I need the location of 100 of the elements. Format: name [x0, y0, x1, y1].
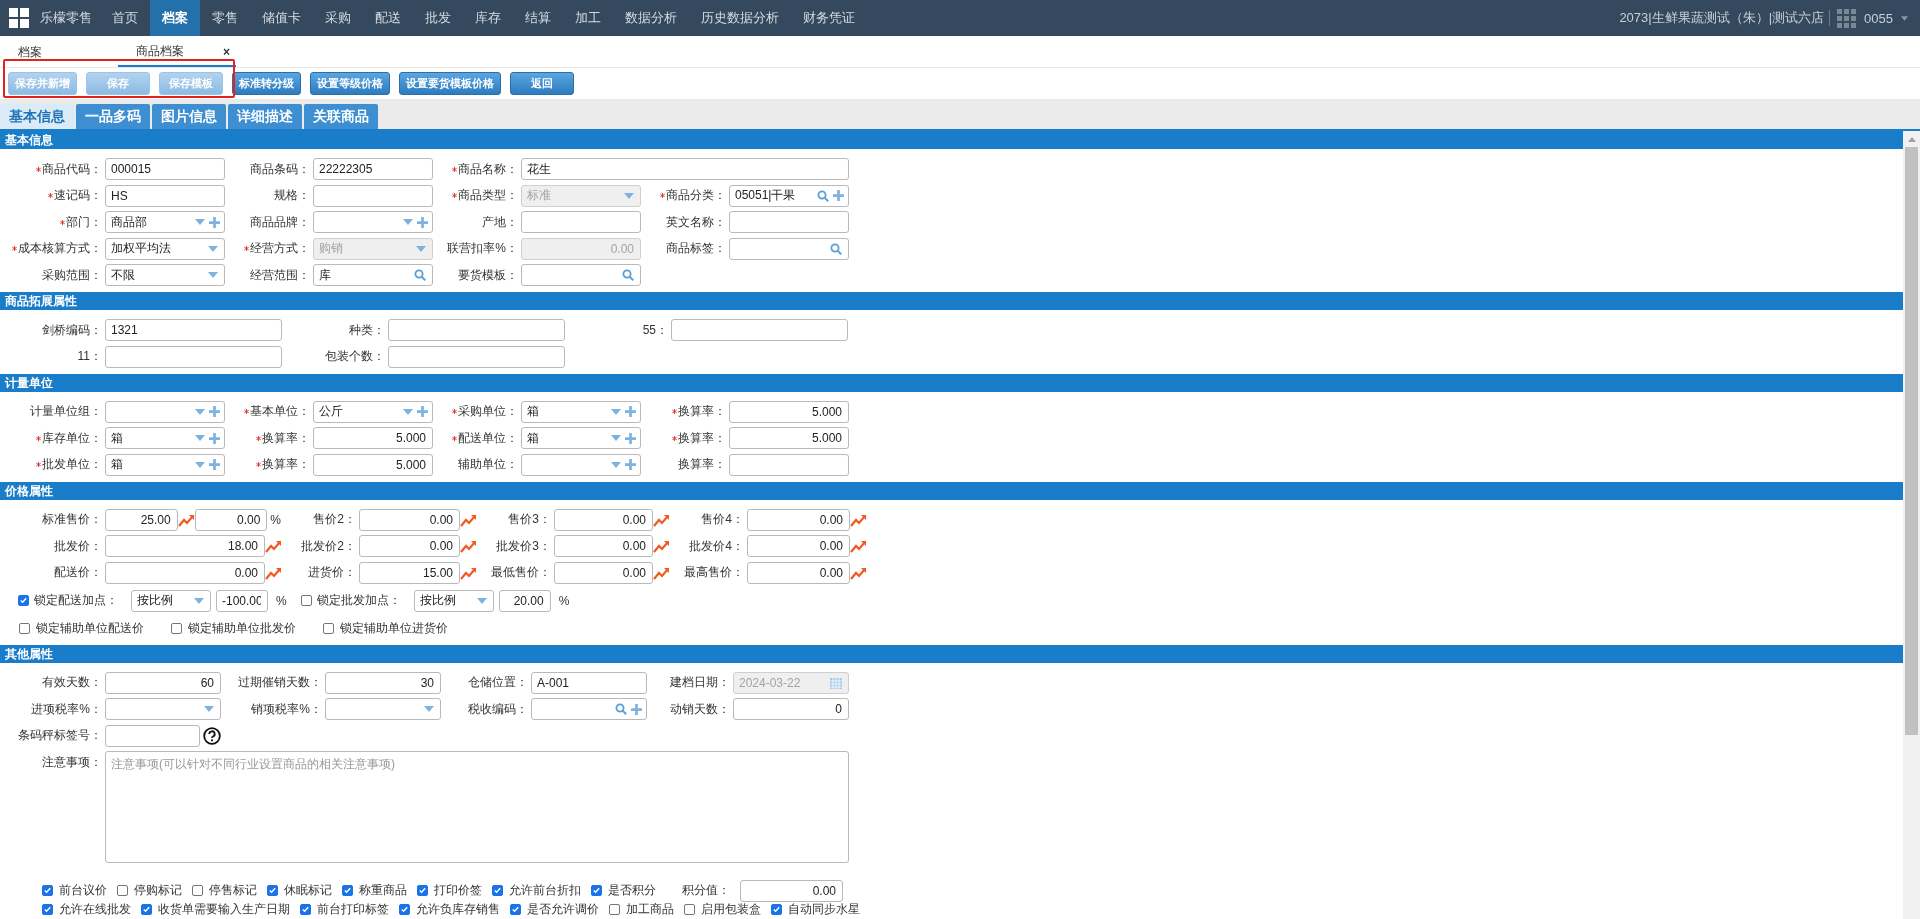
nav-item[interactable]: 加工	[563, 0, 613, 36]
number-field[interactable]: 5.000	[729, 400, 849, 423]
search-icon[interactable]	[830, 242, 842, 255]
checkbox[interactable]	[591, 885, 602, 896]
checkbox[interactable]	[771, 904, 782, 915]
trend-icon[interactable]	[460, 565, 476, 580]
field-input[interactable]: 15.00	[360, 563, 455, 582]
price-field[interactable]: 0.00	[554, 508, 653, 531]
caret-icon[interactable]	[195, 461, 205, 468]
number-field[interactable]: 0	[733, 698, 849, 720]
field-input[interactable]: 公斤	[314, 402, 401, 421]
nav-item[interactable]: 批发	[413, 0, 463, 36]
field-input[interactable]: 5.000	[314, 429, 428, 447]
checkbox[interactable]	[141, 904, 152, 915]
checkbox[interactable]	[342, 885, 353, 896]
caret-icon[interactable]	[403, 408, 413, 415]
nav-item[interactable]: 首页	[100, 0, 150, 36]
number-field[interactable]: 30	[325, 671, 441, 694]
checkbox[interactable]	[323, 622, 334, 634]
field-input[interactable]: 库	[314, 266, 412, 284]
text-field[interactable]: 花生	[521, 158, 849, 180]
field-input[interactable]: 商品部	[106, 213, 193, 231]
trend-icon[interactable]	[850, 565, 866, 580]
field-input[interactable]: 5.000	[730, 402, 844, 421]
help-icon[interactable]	[203, 726, 221, 745]
select-field[interactable]: 箱	[521, 427, 641, 449]
select-field[interactable]: 商品部	[105, 211, 225, 233]
number-field[interactable]: 5.000	[729, 427, 849, 449]
checkbox[interactable]	[117, 885, 128, 896]
number-field[interactable]: 60	[105, 671, 221, 694]
nav-item[interactable]: 储值卡	[250, 0, 313, 36]
checkbox[interactable]	[42, 904, 53, 915]
field-input[interactable]: 箱	[522, 402, 609, 421]
field-input[interactable]: 箱	[522, 429, 609, 447]
checkbox[interactable]	[42, 885, 53, 896]
price-field[interactable]: 18.00	[105, 535, 265, 557]
apps-grid-icon[interactable]	[1837, 8, 1857, 28]
select-field[interactable]: 不限	[105, 264, 225, 286]
caret-icon[interactable]	[194, 597, 204, 604]
plus-icon[interactable]	[625, 432, 636, 444]
field-input[interactable]: 花生	[522, 160, 844, 178]
field-input[interactable]: 0.00	[748, 510, 845, 529]
plus-icon[interactable]	[209, 406, 220, 417]
select-field[interactable]	[313, 211, 433, 233]
checkbox[interactable]	[300, 595, 312, 606]
checkbox[interactable]	[609, 904, 620, 915]
caret-icon[interactable]	[611, 461, 621, 468]
price-field[interactable]: 15.00	[359, 561, 460, 584]
text-field[interactable]	[671, 319, 848, 341]
number-field[interactable]	[729, 453, 849, 476]
field-input[interactable]: 0.00	[360, 510, 455, 529]
form-tab[interactable]: 基本信息	[0, 104, 74, 129]
scrollbar-thumb[interactable]	[1905, 147, 1918, 735]
select-field[interactable]: 按比例	[413, 589, 494, 612]
text-field[interactable]	[388, 345, 565, 368]
trend-icon[interactable]	[653, 512, 669, 527]
caret-icon[interactable]	[195, 219, 205, 225]
app-logo-icon[interactable]	[9, 8, 29, 28]
price-field[interactable]: 0.00	[747, 561, 850, 584]
caret-icon[interactable]	[1901, 15, 1908, 21]
field-input[interactable]: HS	[106, 186, 220, 205]
checkbox[interactable]	[399, 904, 410, 915]
nav-item[interactable]: 档案	[150, 0, 200, 36]
nav-item[interactable]: 配送	[363, 0, 413, 36]
checkbox[interactable]	[171, 622, 182, 634]
nav-item[interactable]: 历史数据分析	[689, 0, 791, 36]
trend-icon[interactable]	[850, 539, 866, 553]
plus-icon[interactable]	[631, 703, 642, 715]
text-field[interactable]	[521, 211, 641, 233]
plus-icon[interactable]	[209, 432, 220, 444]
text-field[interactable]: HS	[105, 184, 225, 207]
search-field[interactable]	[521, 264, 641, 286]
checkbox[interactable]	[510, 904, 521, 915]
page-tab[interactable]: 商品档案 ×	[118, 38, 236, 67]
field-input[interactable]: 25.00	[106, 510, 173, 529]
checkbox[interactable]	[18, 595, 29, 606]
field-input[interactable]: 0.00	[555, 537, 648, 555]
plus-icon[interactable]	[209, 216, 220, 228]
search-icon[interactable]	[817, 189, 829, 202]
caret-icon[interactable]	[195, 408, 205, 415]
text-field[interactable]	[388, 319, 565, 341]
text-field[interactable]: A-001	[531, 671, 647, 694]
field-input[interactable]: 不限	[106, 266, 206, 284]
caret-icon[interactable]	[208, 272, 218, 278]
field-input[interactable]: 按比例	[414, 591, 475, 610]
field-input[interactable]: 0.00	[106, 563, 260, 582]
text-field[interactable]: 000015	[105, 158, 225, 180]
field-input[interactable]: 0.00	[555, 563, 648, 582]
nav-item[interactable]: 采购	[313, 0, 363, 36]
price-field[interactable]: 0.00	[359, 535, 460, 557]
field-input[interactable]: 30	[326, 673, 436, 692]
field-input[interactable]: 0.00	[741, 881, 838, 900]
search-icon[interactable]	[414, 269, 426, 281]
search-icon[interactable]	[622, 269, 634, 281]
user-name[interactable]: 0055	[1864, 10, 1893, 26]
number-field[interactable]: 5.000	[313, 427, 433, 449]
trend-icon[interactable]	[265, 539, 281, 553]
checkbox[interactable]	[492, 885, 503, 896]
trend-icon[interactable]	[850, 512, 866, 527]
select-field[interactable]: 加权平均法	[105, 237, 225, 260]
